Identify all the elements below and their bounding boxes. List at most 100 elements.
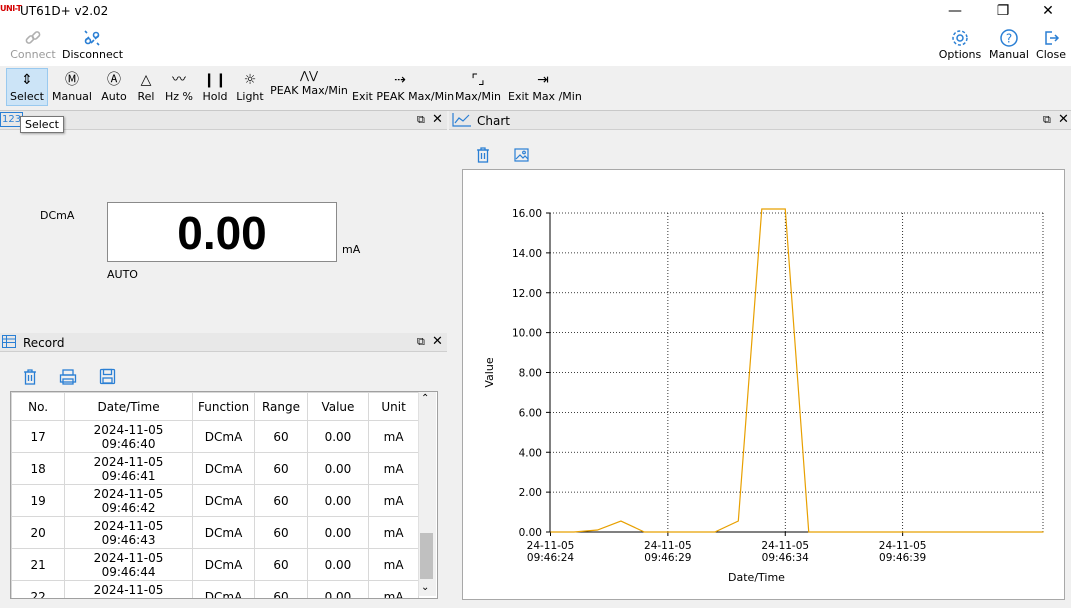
cell-no: 20: [11, 516, 66, 549]
record-table[interactable]: No. Date/Time Function Range Value Unit …: [10, 391, 438, 599]
trash-icon[interactable]: [22, 368, 38, 386]
select-label: Select: [10, 90, 44, 103]
table-row[interactable]: 22 2024-11-05 09:46:45 DCmA 60 0.00 mA: [11, 580, 419, 598]
table-row[interactable]: 17 2024-11-05 09:46:40 DCmA 60 0.00 mA: [11, 420, 419, 453]
manual-range-label: Manual: [52, 90, 92, 103]
light-label: Light: [236, 90, 264, 103]
y-tick-label: 2.00: [519, 487, 542, 499]
peak-icon: ⋀⋁: [299, 69, 319, 82]
column-header[interactable]: Function: [191, 392, 256, 421]
exit-maxmin-label: Exit Max /Min: [508, 90, 582, 103]
hold-button[interactable]: ❙❙ Hold: [202, 70, 228, 103]
window-close-button[interactable]: ✕: [1025, 0, 1071, 24]
record-float-icon[interactable]: ⧉: [417, 335, 425, 349]
chart-panel-header: [449, 111, 1071, 130]
column-header[interactable]: Value: [306, 392, 370, 421]
column-header[interactable]: No.: [11, 392, 66, 421]
maxmin-button[interactable]: ⌜⌟ Max/Min: [454, 70, 502, 103]
table-header-row: No. Date/Time Function Range Value Unit: [11, 392, 419, 421]
disconnect-label: Disconnect: [62, 48, 124, 61]
disconnect-button[interactable]: Disconnect: [62, 28, 124, 61]
cell-datetime: 2024-11-05 09:46:43: [64, 516, 193, 549]
cell-range: 60: [254, 516, 308, 549]
table-row[interactable]: 21 2024-11-05 09:46:44 DCmA 60 0.00 mA: [11, 548, 419, 581]
meter-float-icon[interactable]: ⧉: [417, 113, 425, 127]
chart-area[interactable]: 0.00 2.00 4.00 6.00 8.00 10.00 12.00 14.00 16.00…: [462, 169, 1065, 600]
chart-clear-icon[interactable]: [475, 146, 491, 164]
y-tick-label: 12.00: [512, 288, 542, 300]
line-chart-icon: [452, 113, 471, 127]
cell-range: 60: [254, 420, 308, 453]
table-row[interactable]: 18 2024-11-05 09:46:41 DCmA 60 0.00 mA: [11, 452, 419, 485]
record-scrollbar-thumb[interactable]: [420, 533, 433, 579]
cell-unit: mA: [368, 516, 419, 549]
save-icon[interactable]: [99, 368, 116, 385]
cell-datetime: 2024-11-05 09:46:42: [64, 484, 193, 517]
title-bar: UNI-T UT61D+ v2.02 — ❐ ✕: [0, 0, 1071, 24]
print-icon[interactable]: [59, 368, 77, 386]
connect-button[interactable]: Connect: [10, 28, 56, 61]
y-tick-label: 4.00: [519, 447, 542, 459]
record-panel-header: [0, 333, 447, 352]
app-logo: UNI-T: [0, 4, 22, 13]
column-header[interactable]: Unit: [368, 392, 419, 421]
pause-icon: ❙❙: [203, 72, 227, 88]
manual-help-button[interactable]: ? Manual: [988, 28, 1030, 61]
peak-maxmin-label: PEAK Max/Min: [270, 84, 348, 97]
record-close-icon[interactable]: ✕: [432, 334, 443, 349]
hz-percent-label: Hz %: [165, 90, 193, 103]
broken-link-icon: [84, 30, 100, 46]
cell-value: 0.00: [306, 420, 370, 453]
gear-icon: [952, 30, 968, 46]
waveform-icon: 〰: [172, 72, 186, 88]
light-button[interactable]: ☼ Light: [234, 70, 266, 103]
table-row[interactable]: 19 2024-11-05 09:46:42 DCmA 60 0.00 mA: [11, 484, 419, 517]
cell-datetime: 2024-11-05 09:46:40: [64, 420, 193, 453]
cell-value: 0.00: [306, 548, 370, 581]
maxmin-label: Max/Min: [455, 90, 501, 103]
chart-grid: [550, 212, 1044, 532]
circle-m-icon: Ⓜ: [65, 72, 79, 88]
scroll-down-icon[interactable]: ⌄: [421, 582, 429, 593]
cell-datetime: 2024-11-05 09:46:44: [64, 548, 193, 581]
y-tick-label: 16.00: [512, 208, 542, 220]
unit-label: mA: [342, 243, 361, 256]
x-tick-date: 24-11-05: [879, 540, 927, 552]
cell-unit: mA: [368, 452, 419, 485]
hz-percent-button[interactable]: 〰 Hz %: [162, 70, 196, 103]
svg-text:?: ?: [1006, 32, 1012, 46]
image-export-icon[interactable]: [514, 148, 529, 162]
minimize-button[interactable]: —: [932, 0, 978, 24]
x-tick-date: 24-11-05: [527, 540, 575, 552]
cell-no: 21: [11, 548, 66, 581]
exit-peak-maxmin-button[interactable]: ⇢ Exit PEAK Max/Min: [352, 70, 454, 103]
table-row[interactable]: 20 2024-11-05 09:46:43 DCmA 60 0.00 mA: [11, 516, 419, 549]
y-tick-label: 6.00: [519, 407, 542, 419]
chart-float-icon[interactable]: ⧉: [1043, 113, 1051, 127]
options-button[interactable]: Options: [938, 28, 982, 61]
close-app-button[interactable]: Close: [1034, 28, 1068, 61]
tooltip: Select: [20, 116, 64, 133]
range-mode-label: AUTO: [107, 268, 138, 281]
y-tick-label: 0.00: [519, 527, 542, 539]
table-icon: [2, 335, 16, 348]
peak-maxmin-button[interactable]: ⋀⋁ PEAK Max/Min: [270, 68, 348, 97]
auto-range-button[interactable]: Ⓐ Auto: [98, 70, 130, 103]
column-header[interactable]: Range: [254, 392, 308, 421]
cell-unit: mA: [368, 420, 419, 453]
select-button[interactable]: ⇕ Select: [6, 70, 48, 103]
manual-range-button[interactable]: Ⓜ Manual: [52, 70, 92, 103]
cell-unit: mA: [368, 484, 419, 517]
options-label: Options: [938, 48, 982, 61]
rel-button[interactable]: △ Rel: [134, 70, 158, 103]
scroll-up-icon[interactable]: ⌃: [421, 393, 429, 404]
exit-maxmin-button[interactable]: ⇥ Exit Max /Min: [508, 70, 582, 103]
maximize-button[interactable]: ❐: [980, 0, 1026, 24]
column-header[interactable]: Date/Time: [64, 392, 193, 421]
cell-unit: mA: [368, 548, 419, 581]
lightbulb-icon: ☼: [243, 72, 257, 88]
meter-close-icon[interactable]: ✕: [432, 112, 443, 127]
chart-close-icon[interactable]: ✕: [1058, 112, 1069, 127]
cell-function: DCmA: [191, 580, 256, 598]
exit-icon: [1045, 31, 1060, 45]
